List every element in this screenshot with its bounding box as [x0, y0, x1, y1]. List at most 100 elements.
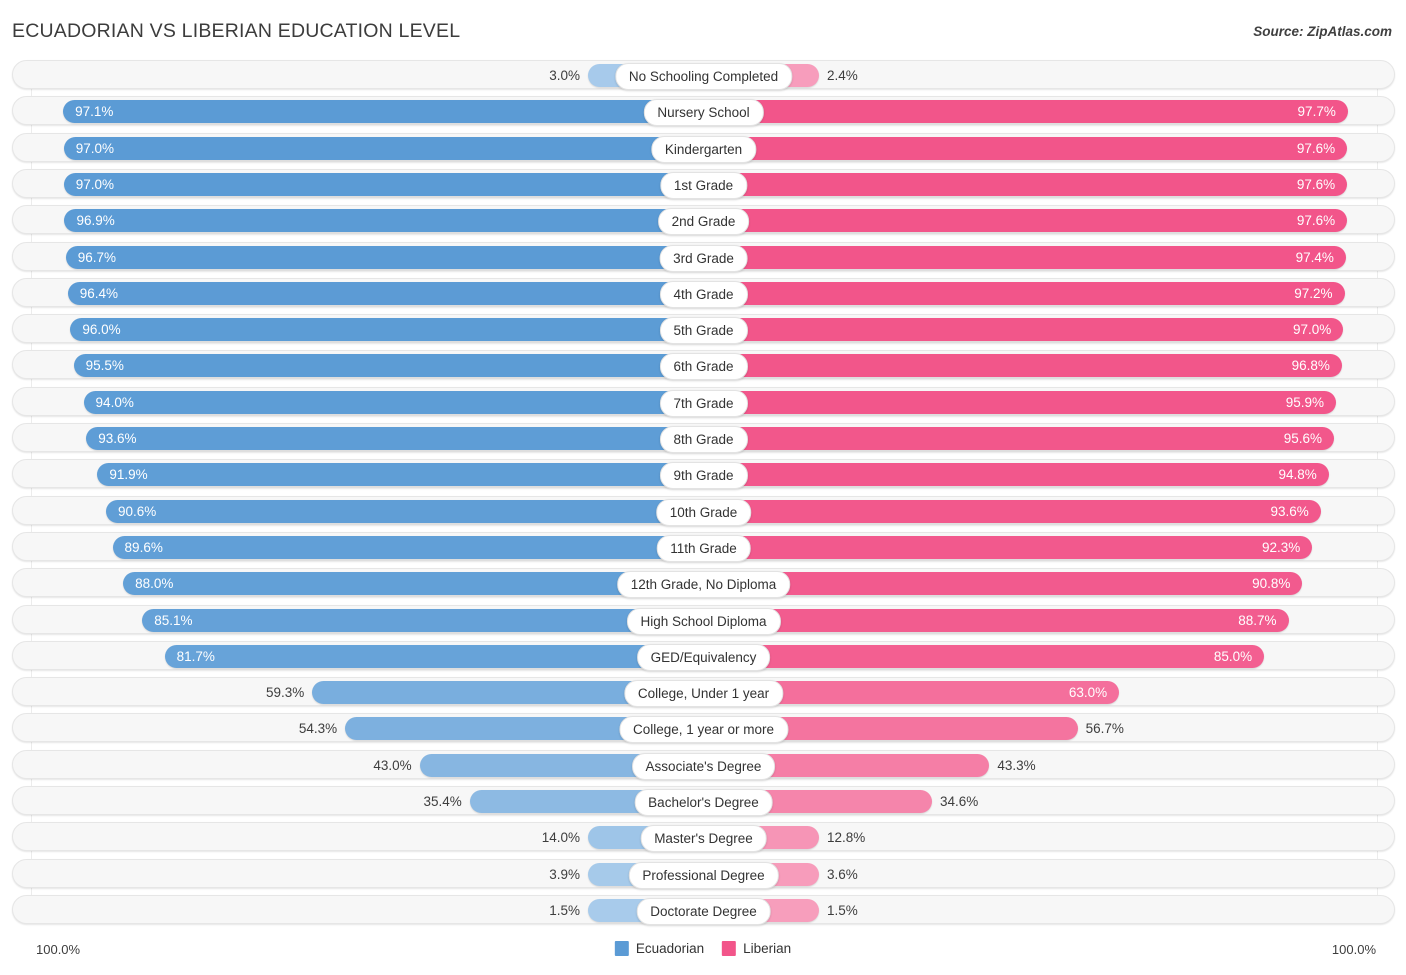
chart-row[interactable]: 96.9% 97.6% 2nd Grade: [12, 205, 1395, 236]
chart-row[interactable]: 59.3% 63.0% College, Under 1 year: [12, 677, 1395, 708]
bar-value-ecuadorian: 97.0%: [75, 140, 115, 156]
legend-label-ecuadorian: Ecuadorian: [635, 941, 705, 956]
chart-row[interactable]: 14.0% 12.8% Master's Degree: [12, 822, 1395, 853]
bar-ecuadorian: 93.6%: [86, 427, 703, 450]
row-category-label[interactable]: Bachelor's Degree: [634, 789, 773, 816]
bar-value-ecuadorian: 14.0%: [541, 830, 580, 846]
page-title: ECUADORIAN VS LIBERIAN EDUCATION LEVEL: [12, 20, 461, 42]
row-category-label[interactable]: GED/Equivalency: [636, 643, 771, 671]
bar-value-liberian: 12.8%: [827, 830, 866, 846]
chart-row[interactable]: 96.7% 97.4% 3rd Grade: [12, 241, 1395, 272]
row-category-label[interactable]: College, 1 year or more: [618, 716, 789, 744]
bar-ecuadorian: 96.4%: [67, 281, 703, 305]
bar-liberian: 97.6%: [704, 209, 1348, 233]
chart-row[interactable]: 89.6% 92.3% 11th Grade: [12, 531, 1395, 562]
bar-ecuadorian: 96.7%: [65, 245, 703, 269]
chart-row[interactable]: 93.6% 95.6% 8th Grade: [12, 423, 1395, 453]
chart-legend: Ecuadorian Liberian: [614, 941, 791, 956]
bar-value-liberian: 97.6%: [1296, 176, 1336, 192]
row-category-label[interactable]: 3rd Grade: [659, 244, 748, 272]
row-category-label[interactable]: 5th Grade: [659, 317, 748, 345]
row-category-label[interactable]: 9th Grade: [659, 462, 748, 490]
chart-row[interactable]: 54.3% 56.7% College, 1 year or more: [12, 713, 1395, 744]
bar-liberian: 97.7%: [704, 100, 1348, 124]
row-category-label[interactable]: 6th Grade: [659, 353, 748, 381]
legend-item-ecuadorian[interactable]: Ecuadorian: [614, 941, 705, 956]
row-category-label[interactable]: 1st Grade: [659, 171, 748, 199]
chart-row[interactable]: 97.0% 97.6% 1st Grade: [12, 168, 1395, 199]
bar-liberian: 97.6%: [704, 172, 1348, 196]
bar-liberian: 93.6%: [704, 499, 1321, 523]
source-attribution: Source: ZipAtlas.com: [1253, 24, 1392, 39]
legend-item-liberian[interactable]: Liberian: [722, 941, 791, 956]
row-category-label[interactable]: Professional Degree: [628, 861, 779, 889]
bar-value-liberian: 56.7%: [1085, 721, 1124, 737]
chart-row[interactable]: 3.0% 2.4% No Schooling Completed: [12, 60, 1395, 90]
row-category-label[interactable]: 11th Grade: [656, 534, 751, 562]
row-category-label[interactable]: Master's Degree: [640, 825, 767, 853]
row-category-label[interactable]: 4th Grade: [659, 280, 748, 308]
bar-value-liberian: 95.6%: [1283, 431, 1322, 446]
row-category-label[interactable]: Nursery School: [643, 99, 764, 127]
bar-liberian: 85.0%: [704, 644, 1265, 668]
row-category-label[interactable]: Associate's Degree: [631, 752, 776, 780]
chart-row[interactable]: 91.9% 94.8% 9th Grade: [12, 459, 1395, 490]
bar-liberian: 95.6%: [704, 427, 1334, 450]
chart-row[interactable]: 35.4% 34.6% Bachelor's Degree: [12, 786, 1395, 816]
chart-row[interactable]: 95.5% 96.8% 6th Grade: [12, 350, 1395, 381]
chart-row[interactable]: 85.1% 88.7% High School Diploma: [12, 604, 1395, 635]
bar-value-ecuadorian: 1.5%: [549, 902, 580, 918]
bar-value-liberian: 3.6%: [827, 866, 858, 882]
bar-value-ecuadorian: 96.4%: [79, 285, 119, 301]
chart-row[interactable]: 3.9% 3.6% Professional Degree: [12, 858, 1395, 889]
bar-value-liberian: 85.0%: [1213, 648, 1253, 664]
row-category-label[interactable]: 8th Grade: [659, 426, 748, 453]
chart-row[interactable]: 1.5% 1.5% Doctorate Degree: [12, 894, 1395, 925]
page-header: ECUADORIAN VS LIBERIAN EDUCATION LEVEL S…: [0, 0, 1406, 58]
bar-ecuadorian: 96.0%: [70, 318, 703, 342]
row-category-label[interactable]: High School Diploma: [626, 607, 781, 635]
chart-row[interactable]: 90.6% 93.6% 10th Grade: [12, 495, 1395, 526]
row-category-label[interactable]: No Schooling Completed: [614, 63, 793, 90]
chart-row[interactable]: 88.0% 90.8% 12th Grade, No Diploma: [12, 568, 1395, 599]
bar-value-ecuadorian: 96.0%: [82, 322, 121, 338]
bar-ecuadorian: 95.5%: [73, 354, 703, 378]
chart-row[interactable]: 43.0% 43.3% Associate's Degree: [12, 749, 1395, 780]
chart-row[interactable]: 97.1% 97.7% Nursery School: [12, 96, 1395, 127]
bar-value-liberian: 97.6%: [1296, 140, 1336, 156]
chart-row[interactable]: 97.0% 97.6% Kindergarten: [12, 132, 1395, 163]
chart-row[interactable]: 96.4% 97.2% 4th Grade: [12, 277, 1395, 308]
bar-value-ecuadorian: 94.0%: [95, 394, 134, 410]
row-category-label[interactable]: 2nd Grade: [657, 208, 750, 236]
bar-value-ecuadorian: 90.6%: [117, 503, 157, 519]
row-category-label[interactable]: Kindergarten: [650, 135, 757, 163]
chart-row[interactable]: 94.0% 95.9% 7th Grade: [12, 386, 1395, 417]
bar-value-ecuadorian: 89.6%: [124, 539, 163, 555]
bar-value-liberian: 96.8%: [1291, 358, 1330, 374]
row-category-label[interactable]: Doctorate Degree: [636, 897, 771, 925]
bar-liberian: 92.3%: [704, 535, 1313, 559]
bar-value-ecuadorian: 88.0%: [135, 576, 174, 592]
bar-value-ecuadorian: 96.9%: [76, 213, 115, 229]
bar-value-liberian: 2.4%: [827, 68, 858, 83]
legend-swatch-liberian: [722, 941, 737, 956]
bar-value-ecuadorian: 81.7%: [176, 648, 215, 664]
bar-value-liberian: 34.6%: [940, 794, 979, 809]
legend-swatch-ecuadorian: [614, 941, 629, 956]
bar-value-ecuadorian: 96.7%: [77, 249, 117, 265]
diverging-bar-chart: 3.0% 2.4% No Schooling Completed 97.1% 97.7%…: [0, 58, 1406, 938]
bar-ecuadorian: 81.7%: [164, 644, 703, 668]
row-category-label[interactable]: 10th Grade: [655, 498, 752, 526]
row-category-label[interactable]: College, Under 1 year: [623, 680, 784, 708]
bar-ecuadorian: 91.9%: [97, 463, 703, 487]
chart-row[interactable]: 96.0% 97.0% 5th Grade: [12, 314, 1395, 345]
bar-value-ecuadorian: 97.1%: [75, 104, 114, 120]
bar-value-liberian: 97.4%: [1295, 249, 1334, 265]
row-category-label[interactable]: 12th Grade, No Diploma: [616, 571, 791, 599]
bar-liberian: 90.8%: [704, 572, 1303, 596]
chart-row[interactable]: 81.7% 85.0% GED/Equivalency: [12, 640, 1395, 671]
bar-ecuadorian: 96.9%: [64, 209, 703, 233]
axis-label-left: 100.0%: [36, 942, 81, 957]
bar-liberian: 97.2%: [704, 281, 1345, 305]
row-category-label[interactable]: 7th Grade: [659, 389, 748, 417]
